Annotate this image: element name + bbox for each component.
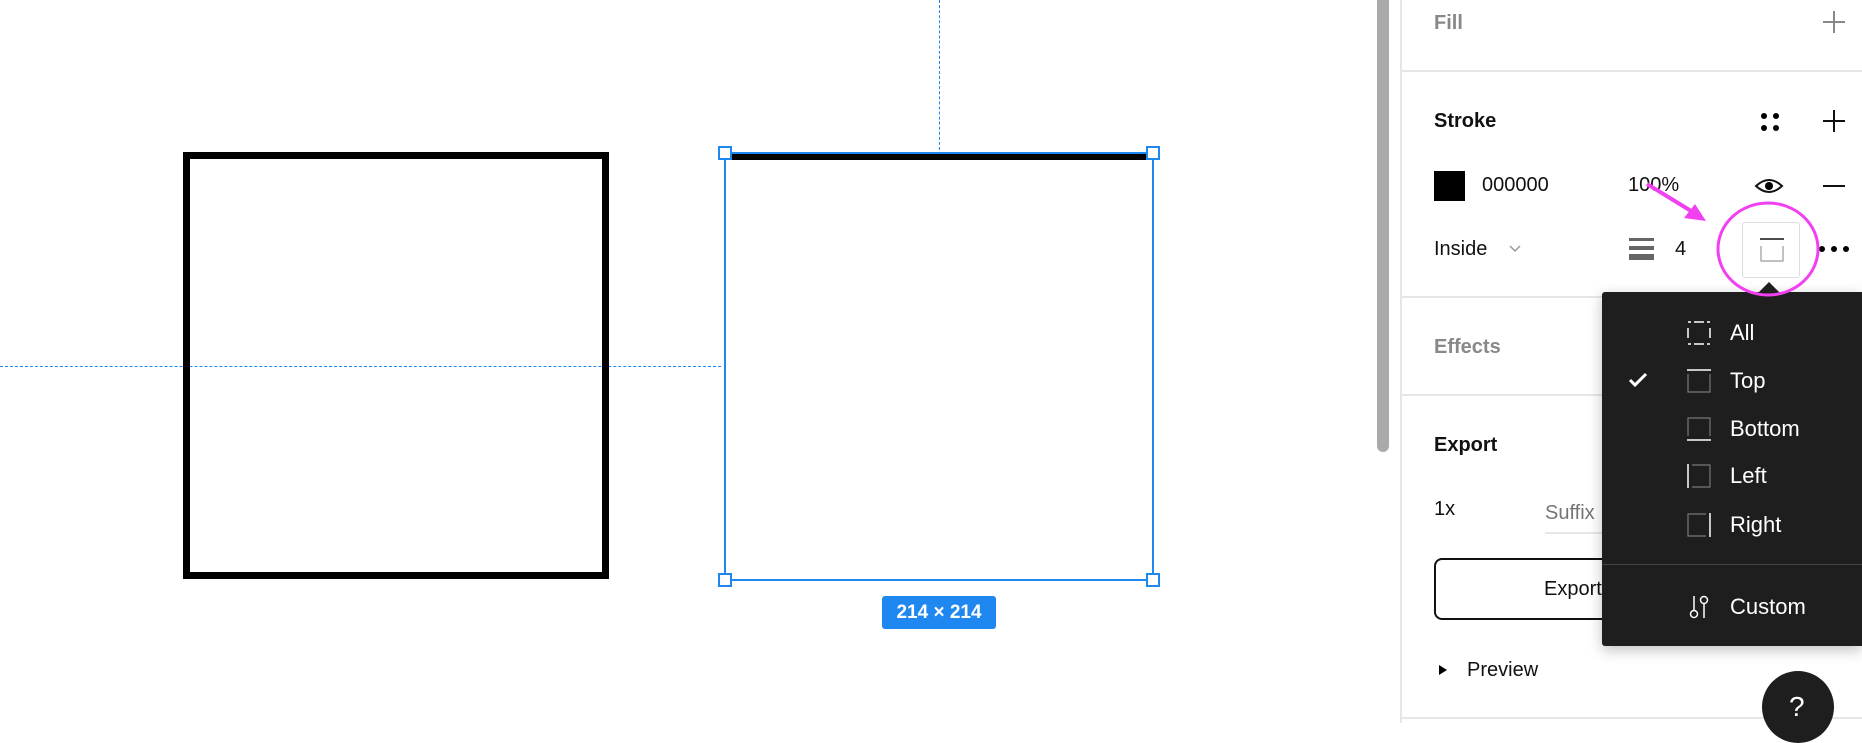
remove-stroke-button[interactable] <box>1820 172 1848 200</box>
stroke-weight-value[interactable]: 4 <box>1675 237 1686 261</box>
resize-handle-tr[interactable] <box>1146 146 1160 160</box>
stroke-bottom-icon <box>1687 417 1711 441</box>
stroke-top-icon <box>1760 238 1784 262</box>
stroke-color-hex[interactable]: 000000 <box>1482 173 1549 197</box>
triangle-right-icon <box>1439 665 1447 675</box>
export-scale[interactable]: 1x <box>1434 497 1455 521</box>
menu-item-custom[interactable]: Custom <box>1602 584 1862 628</box>
stroke-title: Stroke <box>1434 110 1497 132</box>
plus-icon <box>1823 11 1845 33</box>
add-fill-button[interactable] <box>1820 8 1848 36</box>
sliders-icon <box>1689 595 1709 619</box>
menu-item-bottom[interactable]: Bottom <box>1602 406 1862 450</box>
menu-item-left[interactable]: Left <box>1602 453 1862 497</box>
effects-title: Effects <box>1434 336 1501 358</box>
toggle-visibility-button[interactable] <box>1754 172 1784 200</box>
resize-handle-br[interactable] <box>1146 573 1160 587</box>
stroke-sides-button[interactable] <box>1742 222 1800 278</box>
menu-item-label: Left <box>1730 463 1767 488</box>
stroke-right-icon <box>1687 513 1711 537</box>
stroke-top-icon <box>1687 369 1711 393</box>
stroke-color-swatch[interactable] <box>1434 171 1465 201</box>
preview-toggle[interactable]: Preview <box>1436 656 1576 684</box>
export-title: Export <box>1434 434 1498 456</box>
dimension-label: 214 × 214 <box>882 596 996 629</box>
fill-title: Fill <box>1434 12 1463 34</box>
more-horizontal-icon <box>1819 246 1849 252</box>
stroke-position-value: Inside <box>1434 238 1488 260</box>
checkmark-icon <box>1628 372 1648 388</box>
style-button[interactable] <box>1756 108 1784 136</box>
add-stroke-button[interactable] <box>1820 107 1848 135</box>
divider <box>1402 70 1862 72</box>
stroke-weight-icon <box>1629 238 1654 260</box>
stroke-opacity[interactable]: 100% <box>1628 173 1679 197</box>
top-stroke <box>732 154 1152 160</box>
help-label: ? <box>1789 691 1805 722</box>
menu-item-right[interactable]: Right <box>1602 502 1862 546</box>
export-button-label: Export <box>1544 578 1602 600</box>
guide-vertical <box>939 0 940 150</box>
help-button[interactable]: ? <box>1762 671 1834 743</box>
eye-icon <box>1754 179 1784 193</box>
stroke-all-icon <box>1687 321 1711 345</box>
styles-grid-icon <box>1761 113 1779 131</box>
resize-handle-bl[interactable] <box>718 573 732 587</box>
plus-icon <box>1823 110 1845 132</box>
menu-item-label: Top <box>1730 368 1766 393</box>
preview-label: Preview <box>1467 659 1539 681</box>
menu-item-label: Custom <box>1730 594 1806 619</box>
menu-separator <box>1602 564 1862 565</box>
resize-handle-tl[interactable] <box>718 146 732 160</box>
menu-item-label: Bottom <box>1730 416 1800 441</box>
menu-item-all[interactable]: All <box>1602 310 1862 354</box>
stroke-left-icon <box>1687 464 1711 488</box>
stroke-position-dropdown[interactable]: Inside <box>1434 236 1544 264</box>
more-options-button[interactable] <box>1818 240 1850 258</box>
chevron-down-icon <box>1509 245 1521 253</box>
menu-pointer <box>1758 282 1780 293</box>
rectangle-selected[interactable] <box>724 152 1154 581</box>
menu-item-label: All <box>1730 320 1755 345</box>
menu-item-top[interactable]: Top <box>1602 358 1862 402</box>
canvas-scrollbar[interactable] <box>1377 0 1389 452</box>
menu-item-label: Right <box>1730 512 1782 537</box>
rectangle-all-strokes[interactable] <box>183 152 609 579</box>
minus-icon <box>1823 185 1845 187</box>
canvas[interactable]: 214 × 214 <box>0 0 1376 723</box>
